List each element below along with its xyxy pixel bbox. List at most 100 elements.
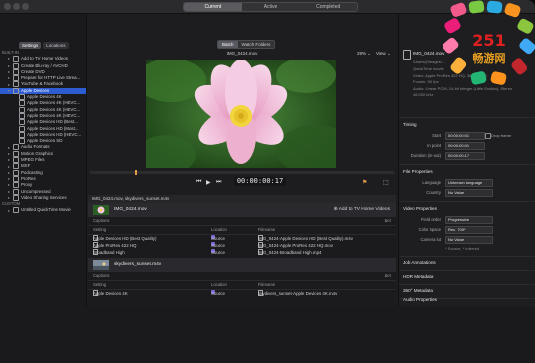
field-order-select[interactable]: Progressive xyxy=(445,216,493,224)
country-label: Country xyxy=(426,190,441,195)
preset-icon xyxy=(13,150,19,157)
preset-icon xyxy=(19,119,25,126)
captions-set-button[interactable]: Set ⌄ xyxy=(384,217,390,225)
settings-tree: BUILT-IN ▸ Add to TV Home Videos ▸ Create Bl… xyxy=(0,50,86,214)
audio-properties-heading[interactable]: Audio Properties xyxy=(403,297,437,302)
divider xyxy=(399,256,535,257)
sidebar-item[interactable]: ▸ Untitled QuickTime Movie xyxy=(0,207,86,214)
inferred-note: * Source, * Inferred xyxy=(445,246,480,251)
screenshot-root: Current Active Completed Settings Locati… xyxy=(0,0,535,363)
sidebar-tabs: Settings Locations xyxy=(19,42,69,49)
step-forward-icon[interactable]: ⏭ xyxy=(216,179,221,186)
tab-watch-folders[interactable]: Watch Folders xyxy=(237,41,275,48)
sidebar-item-label: Podcasting xyxy=(21,169,43,175)
in-point-marker[interactable] xyxy=(135,170,137,175)
country-select[interactable]: No Value xyxy=(445,189,493,197)
preset-icon xyxy=(13,87,19,94)
column-location: Location xyxy=(211,282,227,287)
minimize-window-icon[interactable] xyxy=(13,3,20,10)
file-properties-heading: File Properties xyxy=(403,169,433,174)
inpoint-timecode-field[interactable]: 00:00:00:01 xyxy=(445,142,485,150)
preset-icon xyxy=(13,169,19,176)
file-icon xyxy=(403,50,411,60)
sidebar-item-label: Video Sharing Services xyxy=(21,194,67,200)
sidebar-item-label: Apple Devices 4K (HEVC... xyxy=(27,106,81,112)
add-output-button[interactable]: ⊕ Add to TV Home Videos xyxy=(334,203,390,217)
sidebar-item-label: Uncompressed xyxy=(21,188,51,194)
batch-job-list: IMG_0424.mov, skydivers_sunset.m4v IMG_0… xyxy=(88,195,396,307)
output-row[interactable]: Apple ProRes 422 HQ Source IMG_0424-Apple … xyxy=(88,242,396,249)
drop-frame-label: Drop frame xyxy=(491,133,512,138)
captions-set-button[interactable]: Set ⌄ xyxy=(384,272,390,280)
export-frame-icon[interactable]: ⬚ xyxy=(383,179,389,186)
360-metadata-heading[interactable]: 360° Metadata xyxy=(403,288,433,293)
preset-icon xyxy=(13,75,19,82)
preset-icon xyxy=(13,81,19,88)
language-select[interactable]: Unknown language xyxy=(445,179,493,187)
preset-icon xyxy=(13,68,19,75)
job-output-rows: Apple Devices 4K Source skydivers_sunset-A… xyxy=(88,290,396,297)
preset-icon xyxy=(19,94,25,101)
inspector-path: /Users/j/Images/... xyxy=(413,59,446,64)
site-watermark-logo: 251 畅游网 xyxy=(443,0,535,85)
field-order-label: Field order xyxy=(420,217,441,222)
sidebar-item-label: Proxy xyxy=(21,182,33,188)
output-row[interactable]: Broadband High Source IMG_0424-Broadband H… xyxy=(88,249,396,256)
color-space-select[interactable]: Rec. 709* xyxy=(445,226,493,234)
marker-icon[interactable]: ⚑ xyxy=(362,179,367,186)
job-annotations-heading[interactable]: Job Annotations xyxy=(403,260,436,265)
zoom-level[interactable]: 29% ⌄ xyxy=(357,51,371,57)
zoom-window-icon[interactable] xyxy=(22,3,29,10)
tab-active[interactable]: Active xyxy=(241,3,300,11)
job-item[interactable]: IMG_0424.mov ⊕ Add to TV Home Videos xyxy=(88,203,396,217)
close-window-icon[interactable] xyxy=(4,3,11,10)
tab-settings[interactable]: Settings xyxy=(19,42,42,49)
preset-icon xyxy=(19,138,25,145)
step-back-icon[interactable]: ⏮ xyxy=(196,179,201,186)
view-segmented-control: Current Active Completed xyxy=(183,2,358,12)
captions-label: Captions xyxy=(93,218,110,223)
preset-icon xyxy=(13,175,19,182)
sidebar-item-label: Apple Devices 4K (HEVC... xyxy=(27,113,81,119)
preset-icon xyxy=(13,207,19,214)
duration-timecode-field[interactable]: 00:00:00:17 xyxy=(445,152,485,160)
inspector-audio-line2: 48.000 kHz xyxy=(413,92,434,97)
inpoint-label: In point xyxy=(427,143,441,148)
timeline-scrubber[interactable] xyxy=(90,170,394,175)
sidebar-item-label: Prepare for HTTP Live Strea... xyxy=(21,75,81,81)
logo-text: 畅游网 xyxy=(473,51,506,65)
divider xyxy=(399,284,535,285)
tab-locations[interactable]: Locations xyxy=(43,42,69,49)
play-icon[interactable]: ▶ xyxy=(206,179,211,186)
output-column-header: Setting Location Filename xyxy=(88,226,396,235)
column-location: Location xyxy=(211,227,227,232)
camera-lut-select[interactable]: No Value xyxy=(445,236,493,244)
sidebar-item-label: Apple Devices xyxy=(21,87,50,93)
output-row[interactable]: Apple Devices 4K Source skydivers_sunset-A… xyxy=(88,290,396,297)
hdr-metadata-heading[interactable]: HDR Metadata xyxy=(403,274,433,279)
inspector-kind: QuickTime movie xyxy=(413,66,444,71)
sidebar-item-label: YouTube & Facebook xyxy=(21,81,63,87)
output-row[interactable]: Apple Devices HD (Best Quality) Source IMG… xyxy=(88,235,396,242)
tab-completed[interactable]: Completed xyxy=(299,3,357,11)
sidebar-item-label: ProRes xyxy=(21,176,36,182)
preset-icon xyxy=(13,194,19,201)
start-timecode-field[interactable]: 00:00:00:01 xyxy=(445,132,485,140)
job-name: IMG_0424.mov xyxy=(114,207,147,212)
tab-current[interactable]: Current xyxy=(184,3,242,11)
color-space-label: Color space xyxy=(418,227,441,232)
preview-image xyxy=(146,60,336,168)
duration-label: Duration (in-out) xyxy=(410,153,441,158)
sidebar-item-label: Create Blu-ray / AVCHD xyxy=(21,62,68,68)
tab-batch[interactable]: Batch xyxy=(218,41,238,48)
preset-icon xyxy=(19,100,25,107)
job-item[interactable]: skydivers_sunset.m4v xyxy=(88,258,396,272)
preset-icon xyxy=(19,131,25,138)
view-menu[interactable]: View ⌄ xyxy=(376,51,391,57)
inspector-video-line2: Fourier, 50 fps xyxy=(413,79,439,84)
column-setting: Setting xyxy=(93,282,107,287)
preset-icon xyxy=(13,62,19,69)
sidebar-item-label: CUSTOM xyxy=(2,201,21,207)
sidebar-item-label: Audio Formats xyxy=(21,144,50,150)
preset-icon xyxy=(13,157,19,164)
